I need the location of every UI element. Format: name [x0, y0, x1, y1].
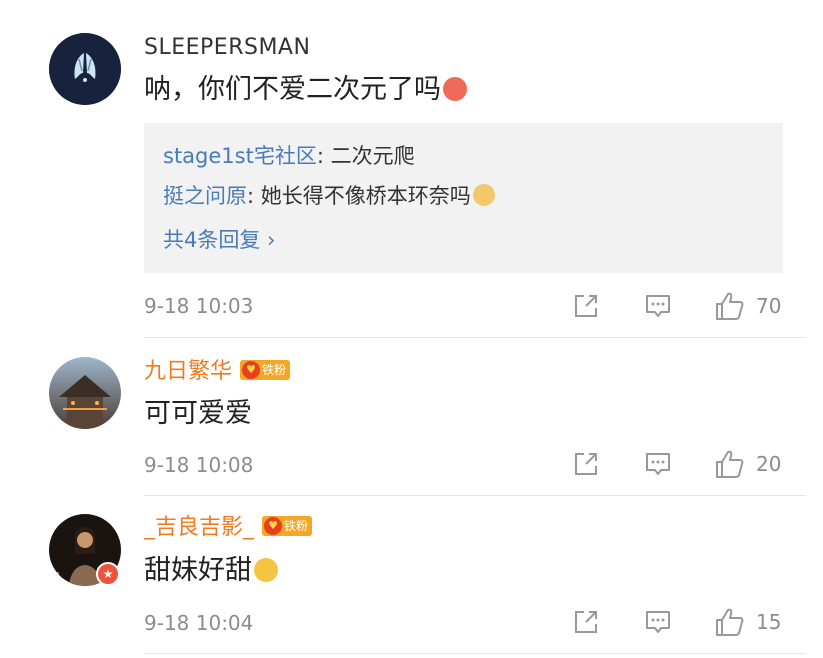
username-text: _吉良吉影_ [144, 515, 255, 540]
heart-icon: ♥ [242, 361, 261, 379]
comment-item: ★ _吉良吉影_ ♥ 铁粉 甜妹好甜 9-18 10:04 15 [0, 496, 823, 658]
cry-laugh-emoji-icon [443, 76, 467, 101]
fan-badge-label: 铁粉 [262, 363, 287, 377]
reply-text: : 她长得不像桥本环奈吗 [247, 184, 471, 208]
avatar-wings-image [49, 33, 121, 105]
like-count: 20 [756, 452, 782, 476]
fan-badge: ♥ 铁粉 [262, 516, 313, 536]
share-icon [575, 295, 597, 317]
comment-text-content: 甜妹好甜 [144, 555, 252, 586]
reply-item: 挺之问原: 她长得不像桥本环奈吗 [163, 182, 495, 210]
like-button[interactable]: 70 [714, 290, 781, 322]
comment-icon [646, 611, 670, 633]
dog-emoji-icon [472, 184, 495, 206]
comment-text-content: 呐，你们不爱二次元了吗 [144, 74, 441, 105]
comment-icon [646, 295, 670, 317]
crying-emoji-icon [254, 557, 278, 582]
comment-text: 可可爱爱 [144, 398, 252, 429]
username[interactable]: _吉良吉影_ ♥ 铁粉 [144, 514, 313, 542]
timestamp: 9-18 10:04 [144, 611, 254, 635]
comment-item: SLEEPERSMAN 呐，你们不爱二次元了吗 stage1st宅社区: 二次元… [0, 0, 823, 338]
fan-badge: ♥ 铁粉 [240, 360, 291, 380]
more-replies-link[interactable]: 共4条回复 › [163, 226, 275, 254]
username[interactable]: SLEEPERSMAN [144, 34, 310, 62]
share-button[interactable] [572, 292, 600, 320]
reply-item: stage1st宅社区: 二次元爬 [163, 142, 415, 170]
share-button[interactable] [572, 608, 600, 636]
comment-text: 呐，你们不爱二次元了吗 [144, 73, 467, 107]
share-button[interactable] [572, 450, 600, 478]
thumbs-up-icon [716, 608, 744, 636]
reply-author-link[interactable]: stage1st宅社区 [163, 144, 317, 168]
avatar[interactable] [49, 33, 121, 105]
avatar-pagoda-image [49, 357, 121, 429]
timestamp: 9-18 10:03 [144, 294, 254, 318]
verified-badge-icon: ★ [96, 562, 120, 586]
thumbs-up-icon [716, 450, 744, 478]
share-icon [575, 611, 597, 633]
share-icon [575, 453, 597, 475]
comment-icon [646, 453, 670, 475]
like-count: 70 [756, 294, 782, 318]
comment-button[interactable] [644, 292, 672, 320]
thumbs-up-icon [716, 292, 744, 320]
heart-icon: ♥ [264, 517, 283, 535]
reply-preview-box[interactable]: stage1st宅社区: 二次元爬 挺之问原: 她长得不像桥本环奈吗 共4条回复… [144, 123, 783, 273]
username-text: 九日繁华 [144, 359, 233, 384]
comment-item: 九日繁华 ♥ 铁粉 可可爱爱 9-18 10:08 20 [0, 338, 823, 496]
divider [144, 653, 806, 654]
like-button[interactable]: 15 [714, 606, 781, 638]
comment-button[interactable] [644, 608, 672, 636]
comment-button[interactable] [644, 450, 672, 478]
avatar[interactable] [49, 357, 121, 429]
username[interactable]: 九日繁华 ♥ 铁粉 [144, 358, 291, 386]
comment-text: 甜妹好甜 [144, 554, 278, 588]
reply-author-link[interactable]: 挺之问原 [163, 184, 247, 208]
fan-badge-label: 铁粉 [284, 519, 309, 533]
reply-text: : 二次元爬 [316, 144, 415, 168]
like-button[interactable]: 20 [714, 448, 781, 480]
like-count: 15 [756, 610, 782, 634]
timestamp: 9-18 10:08 [144, 453, 254, 477]
